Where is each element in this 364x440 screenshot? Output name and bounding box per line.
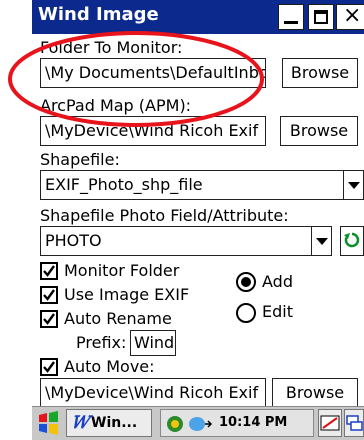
taskbar-app-label: Win...: [91, 415, 138, 431]
auto-rename-checkbox[interactable]: [40, 310, 58, 328]
shapefile-select[interactable]: EXIF_Photo_shp_file: [40, 170, 364, 200]
arcpad-browse-button[interactable]: Browse: [280, 116, 358, 146]
photo-field-select[interactable]: PHOTO: [40, 226, 332, 256]
photo-field-label: Shapefile Photo Field/Attribute:: [40, 206, 289, 225]
check-icon: [43, 361, 55, 373]
refresh-button[interactable]: [340, 226, 364, 256]
check-icon: [43, 265, 55, 277]
windows-flag-icon: [39, 411, 58, 435]
prefix-label: Prefix:: [76, 333, 127, 352]
folder-to-monitor-input[interactable]: \My Documents\DefaultInbo: [40, 58, 266, 88]
network-icon[interactable]: [187, 415, 213, 433]
auto-rename-label: Auto Rename: [64, 309, 172, 328]
taskbar-app-button[interactable]: 𝑊 Win...: [66, 409, 152, 437]
clock[interactable]: 10:14 PM: [219, 410, 287, 436]
add-radio[interactable]: [236, 272, 256, 292]
auto-move-label: Auto Move:: [64, 357, 155, 376]
sync-icon[interactable]: [165, 414, 185, 434]
check-icon: [43, 313, 55, 325]
use-image-exif-label: Use Image EXIF: [64, 285, 190, 304]
check-icon: [43, 289, 55, 301]
folder-browse-button[interactable]: Browse: [282, 58, 358, 88]
maximize-button[interactable]: [308, 4, 334, 30]
input-panel-button[interactable]: [318, 409, 342, 437]
start-button[interactable]: [36, 410, 62, 436]
wind-app-icon: 𝑊: [71, 413, 89, 433]
auto-move-checkbox[interactable]: [40, 358, 58, 376]
photo-field-dropdown-icon[interactable]: [311, 227, 331, 255]
pen-input-icon: [320, 415, 340, 431]
shapefile-dropdown-icon[interactable]: [343, 171, 363, 199]
windows-cascade-icon: [346, 415, 363, 431]
minimize-button[interactable]: [278, 4, 304, 30]
move-browse-button[interactable]: Browse: [272, 378, 358, 408]
desktop-button[interactable]: [344, 409, 364, 437]
close-button[interactable]: ×: [336, 3, 364, 30]
use-image-exif-checkbox[interactable]: [40, 286, 58, 304]
arcpad-map-input[interactable]: \MyDevice\Wind Ricoh Exif: [40, 116, 266, 146]
refresh-icon: [344, 232, 360, 248]
arcpad-map-label: ArcPad Map (APM):: [40, 96, 192, 115]
shapefile-label: Shapefile:: [40, 150, 120, 169]
move-target-input[interactable]: \MyDevice\Wind Ricoh Exif: [40, 378, 266, 408]
monitor-folder-checkbox[interactable]: [40, 262, 58, 280]
prefix-input[interactable]: Wind: [130, 330, 176, 356]
monitor-folder-label: Monitor Folder: [64, 261, 180, 280]
window-title: Wind Image: [38, 4, 159, 25]
edit-radio-label: Edit: [262, 302, 293, 321]
add-radio-label: Add: [262, 272, 293, 291]
folder-to-monitor-label: Folder To Monitor:: [40, 38, 183, 57]
close-icon: ×: [343, 3, 362, 28]
system-tray: 10:14 PM: [160, 409, 314, 437]
edit-radio[interactable]: [236, 303, 256, 323]
